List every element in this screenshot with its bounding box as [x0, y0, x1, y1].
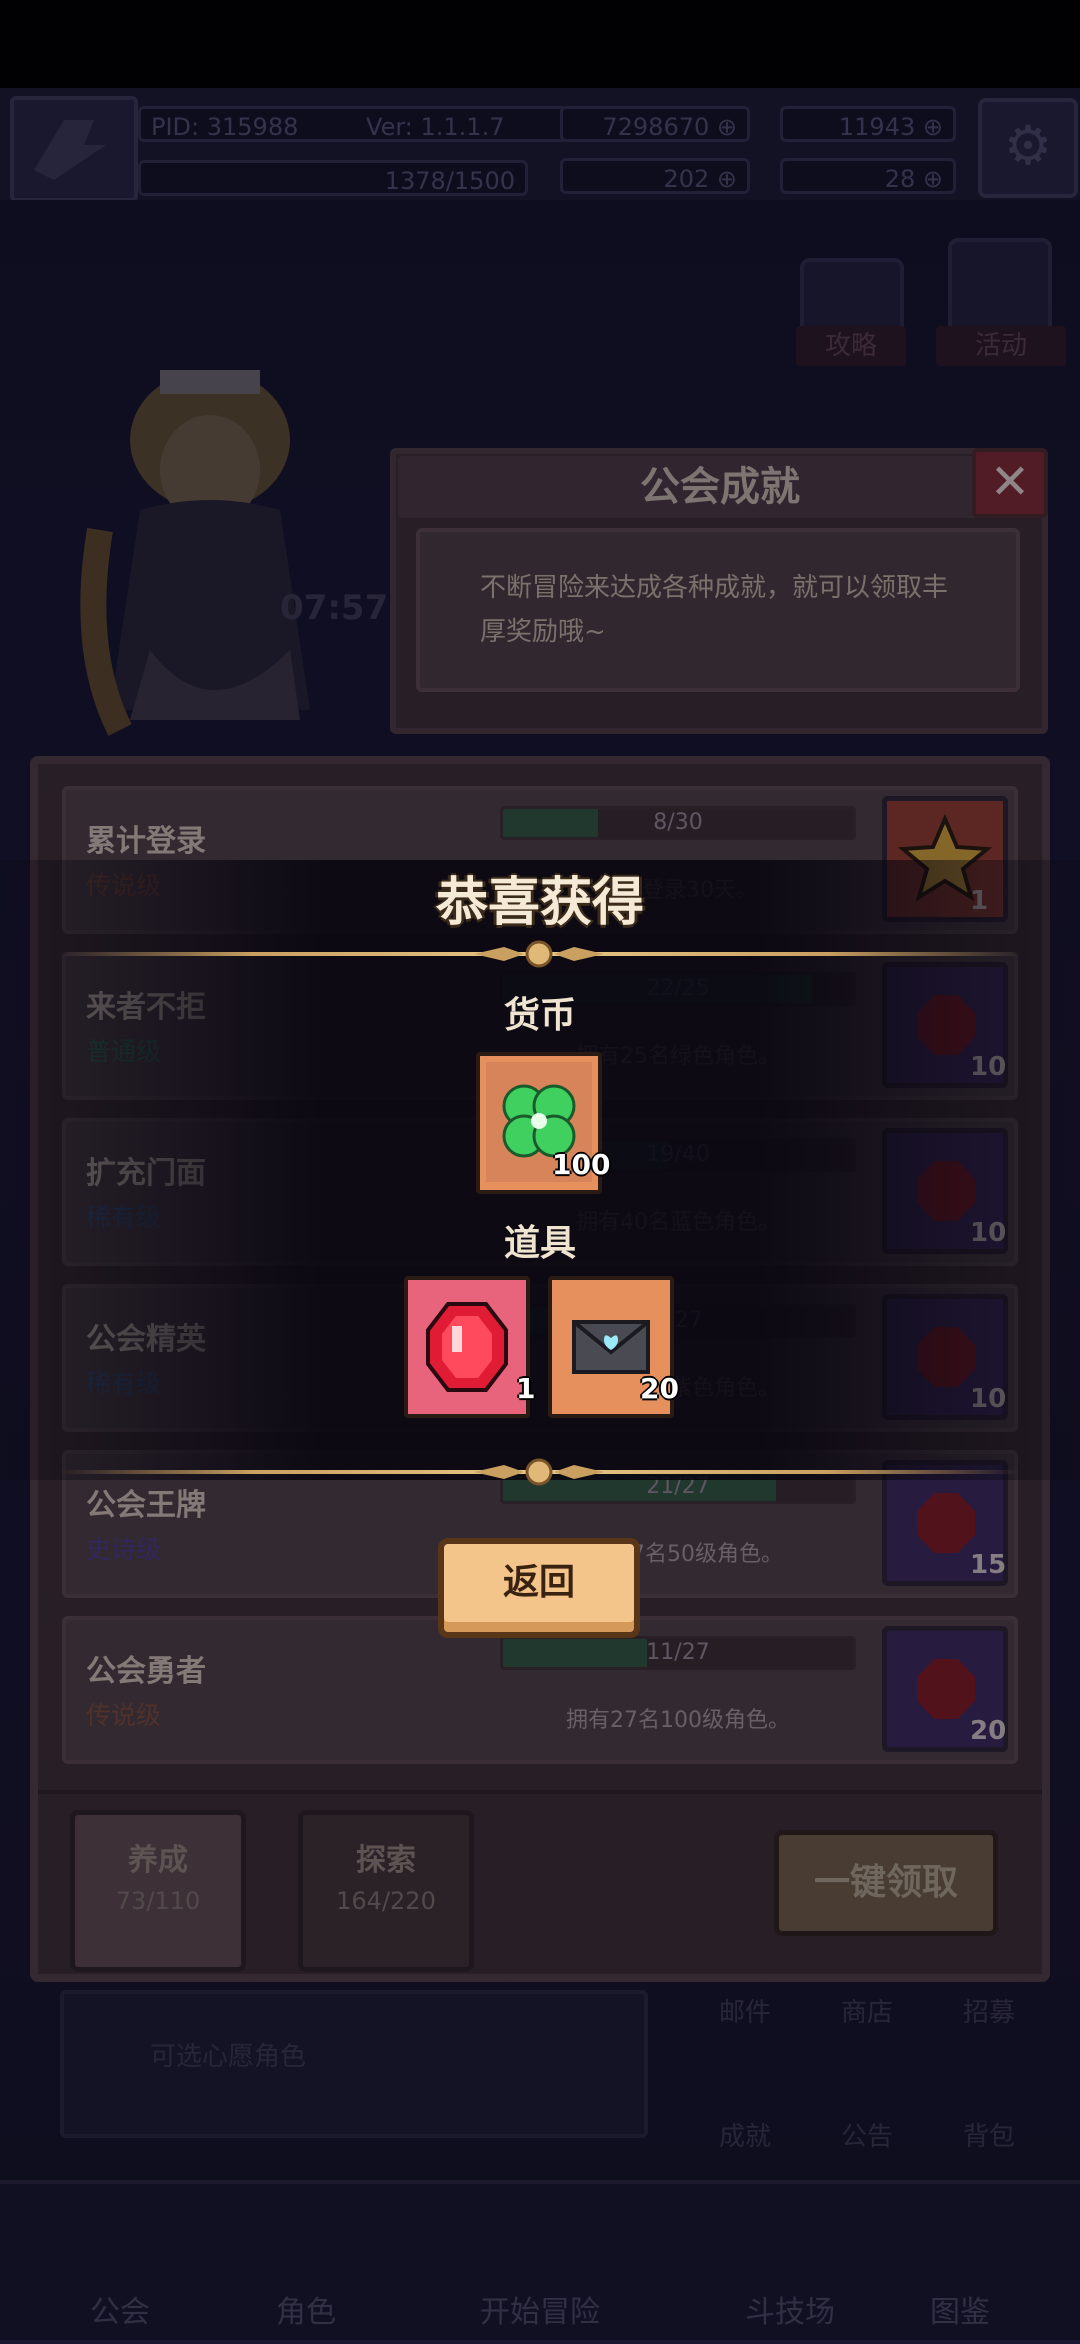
ruby-icon[interactable] [404, 1276, 530, 1418]
back-button[interactable]: 返回 [438, 1538, 640, 1638]
ruby-count: 1 [516, 1372, 536, 1405]
bottom-ornament-icon [474, 1458, 604, 1486]
clover-count: 100 [552, 1148, 611, 1181]
currency-section-title: 货币 [503, 995, 576, 1036]
reward-popup-title: 恭喜获得 [435, 873, 644, 933]
letter-count: 20 [640, 1372, 679, 1405]
top-ornament-icon [474, 940, 604, 968]
back-button-label: 返回 [502, 1562, 575, 1603]
ruby-icon-graphic [426, 1302, 508, 1392]
items-section-title: 道具 [503, 1223, 576, 1264]
